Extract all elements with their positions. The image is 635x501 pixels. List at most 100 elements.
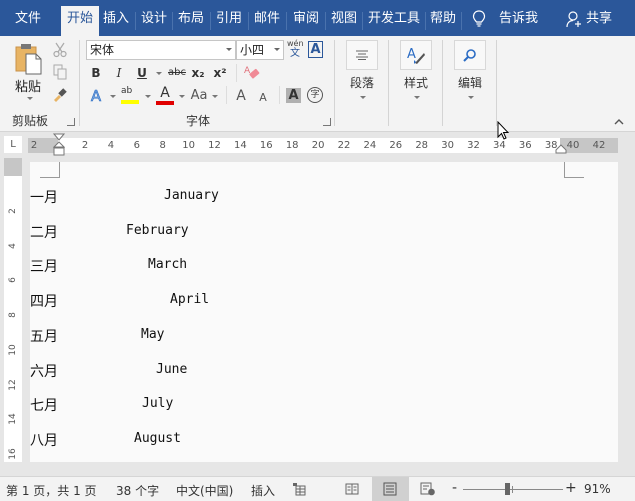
ribbon-home: 粘贴 剪贴板 宋体 小四 wén 文 A B I U abc x₂ x² A A… xyxy=(0,36,635,132)
styles-icon: A xyxy=(407,47,425,64)
document-page[interactable] xyxy=(30,162,618,462)
text-effects-button[interactable]: A xyxy=(88,87,104,106)
copy-icon xyxy=(53,64,67,80)
cut-button[interactable] xyxy=(52,42,68,58)
divider xyxy=(226,86,227,104)
eraser-icon: A xyxy=(244,66,260,79)
svg-text:A: A xyxy=(407,47,416,62)
read-mode-icon[interactable] xyxy=(345,482,359,496)
ruler-tick: 4 xyxy=(107,140,115,151)
vertical-ruler-tick: 10 xyxy=(8,344,18,356)
underline-dropdown-arrow[interactable] xyxy=(156,72,162,75)
tell-me-label: 告诉我 xyxy=(499,11,539,26)
lightbulb-icon xyxy=(472,10,486,27)
ruler-tick: 18 xyxy=(285,140,299,151)
group-separator xyxy=(79,40,80,126)
font-color-button[interactable]: A xyxy=(156,86,174,106)
tab-insert[interactable]: 插入 xyxy=(100,6,132,36)
month-chinese: 八月 xyxy=(30,432,58,449)
font-group-label: 字体 xyxy=(186,114,211,128)
font-name-combo[interactable]: 宋体 xyxy=(86,40,236,60)
character-border-button[interactable]: A xyxy=(308,41,323,58)
page-count-status[interactable]: 第 1 页，共 1 页 xyxy=(6,482,97,499)
tab-home[interactable]: 开始 xyxy=(61,6,99,36)
horizontal-ruler[interactable]: 2 2 4 6 8 10 12 14 16 18 20 22 24 26 28 30 32 34 36 38 40 … xyxy=(28,138,618,153)
ruler-tick: 16 xyxy=(259,140,273,151)
paragraph-label[interactable]: 段落 xyxy=(350,74,374,91)
grow-font-button[interactable]: A xyxy=(234,87,248,105)
font-size-combo[interactable]: 小四 xyxy=(236,40,284,60)
change-case-dropdown-arrow[interactable] xyxy=(212,95,218,98)
font-dialog-launcher[interactable] xyxy=(323,118,331,126)
zoom-slider-track[interactable] xyxy=(463,489,563,490)
tab-help[interactable]: 帮助 xyxy=(428,6,458,36)
insert-mode-status[interactable]: 插入 xyxy=(251,482,275,499)
ruler-tick: 12 xyxy=(208,140,221,151)
superscript-button[interactable]: x² xyxy=(212,64,228,82)
vertical-ruler[interactable]: 2 4 6 8 10 12 14 16 xyxy=(4,158,22,462)
clear-formatting-button[interactable]: A xyxy=(243,64,261,82)
chevron-down-icon[interactable] xyxy=(274,48,280,51)
editing-label[interactable]: 编辑 xyxy=(458,74,482,91)
character-shading-button[interactable]: A xyxy=(286,88,301,103)
styles-label[interactable]: 样式 xyxy=(404,74,428,91)
font-size-value: 小四 xyxy=(240,43,265,57)
indent-marker-icon[interactable] xyxy=(53,133,65,161)
enclose-characters-button[interactable]: 字 xyxy=(307,87,323,103)
ruler-tick: 2 xyxy=(30,140,38,151)
macro-record-icon[interactable] xyxy=(292,482,306,496)
tab-developer[interactable]: 开发工具 xyxy=(365,6,423,36)
right-indent-marker-icon[interactable] xyxy=(555,144,567,154)
subscript-button[interactable]: x₂ xyxy=(190,64,206,82)
zoom-level[interactable]: 91% xyxy=(584,482,611,496)
print-layout-icon xyxy=(383,482,397,496)
styles-dropdown-arrow[interactable] xyxy=(414,96,420,99)
collapse-ribbon-icon[interactable] xyxy=(614,118,624,125)
tab-design[interactable]: 设计 xyxy=(138,6,170,36)
month-english: May xyxy=(141,326,165,342)
month-english: July xyxy=(142,396,174,412)
tab-mailings[interactable]: 邮件 xyxy=(251,6,283,36)
tab-layout[interactable]: 布局 xyxy=(175,6,207,36)
chevron-down-icon[interactable] xyxy=(226,48,232,51)
highlight-button[interactable]: ab xyxy=(121,86,139,106)
tab-review[interactable]: 审阅 xyxy=(289,6,323,36)
paste-label[interactable]: 粘贴 xyxy=(15,76,41,95)
language-status[interactable]: 中文(中国) xyxy=(176,482,233,499)
format-painter-button[interactable] xyxy=(52,86,68,102)
print-layout-button[interactable] xyxy=(372,477,409,501)
underline-button[interactable]: U xyxy=(135,64,149,82)
editing-button[interactable] xyxy=(454,40,486,70)
vertical-ruler-tick: 2 xyxy=(8,208,18,214)
divider xyxy=(236,64,237,82)
text-effects-dropdown-arrow[interactable] xyxy=(110,95,116,98)
bold-button[interactable]: B xyxy=(89,64,103,82)
paste-dropdown-arrow[interactable] xyxy=(27,97,33,100)
zoom-slider-thumb[interactable] xyxy=(505,483,510,495)
web-layout-icon[interactable] xyxy=(420,482,436,496)
word-count-status[interactable]: 38 个字 xyxy=(116,482,159,499)
paragraph-align-icon xyxy=(356,50,368,60)
paragraph-button[interactable] xyxy=(346,40,378,70)
copy-button[interactable] xyxy=(52,64,68,80)
zoom-in-button[interactable]: + xyxy=(565,480,577,496)
editing-dropdown-arrow[interactable] xyxy=(468,96,474,99)
paragraph-dropdown-arrow[interactable] xyxy=(360,96,366,99)
tab-references[interactable]: 引用 xyxy=(213,6,245,36)
styles-button[interactable]: A xyxy=(400,40,432,70)
change-case-button[interactable]: Aa xyxy=(189,87,209,105)
paste-button[interactable] xyxy=(14,42,44,76)
clipboard-dialog-launcher[interactable] xyxy=(67,118,75,126)
tab-view[interactable]: 视图 xyxy=(328,6,360,36)
tab-separator xyxy=(362,12,363,30)
italic-button[interactable]: I xyxy=(112,64,126,82)
strikethrough-button[interactable]: abc xyxy=(166,64,188,82)
font-color-dropdown-arrow[interactable] xyxy=(179,95,185,98)
shrink-font-button[interactable]: A xyxy=(257,89,269,107)
phonetic-guide-button[interactable]: wén 文 xyxy=(287,39,304,59)
zoom-out-button[interactable]: - xyxy=(452,480,457,496)
tab-selector[interactable]: L xyxy=(4,136,22,153)
scissors-icon xyxy=(53,42,67,58)
tab-file[interactable]: 文件 xyxy=(6,6,50,36)
highlight-dropdown-arrow[interactable] xyxy=(145,95,151,98)
